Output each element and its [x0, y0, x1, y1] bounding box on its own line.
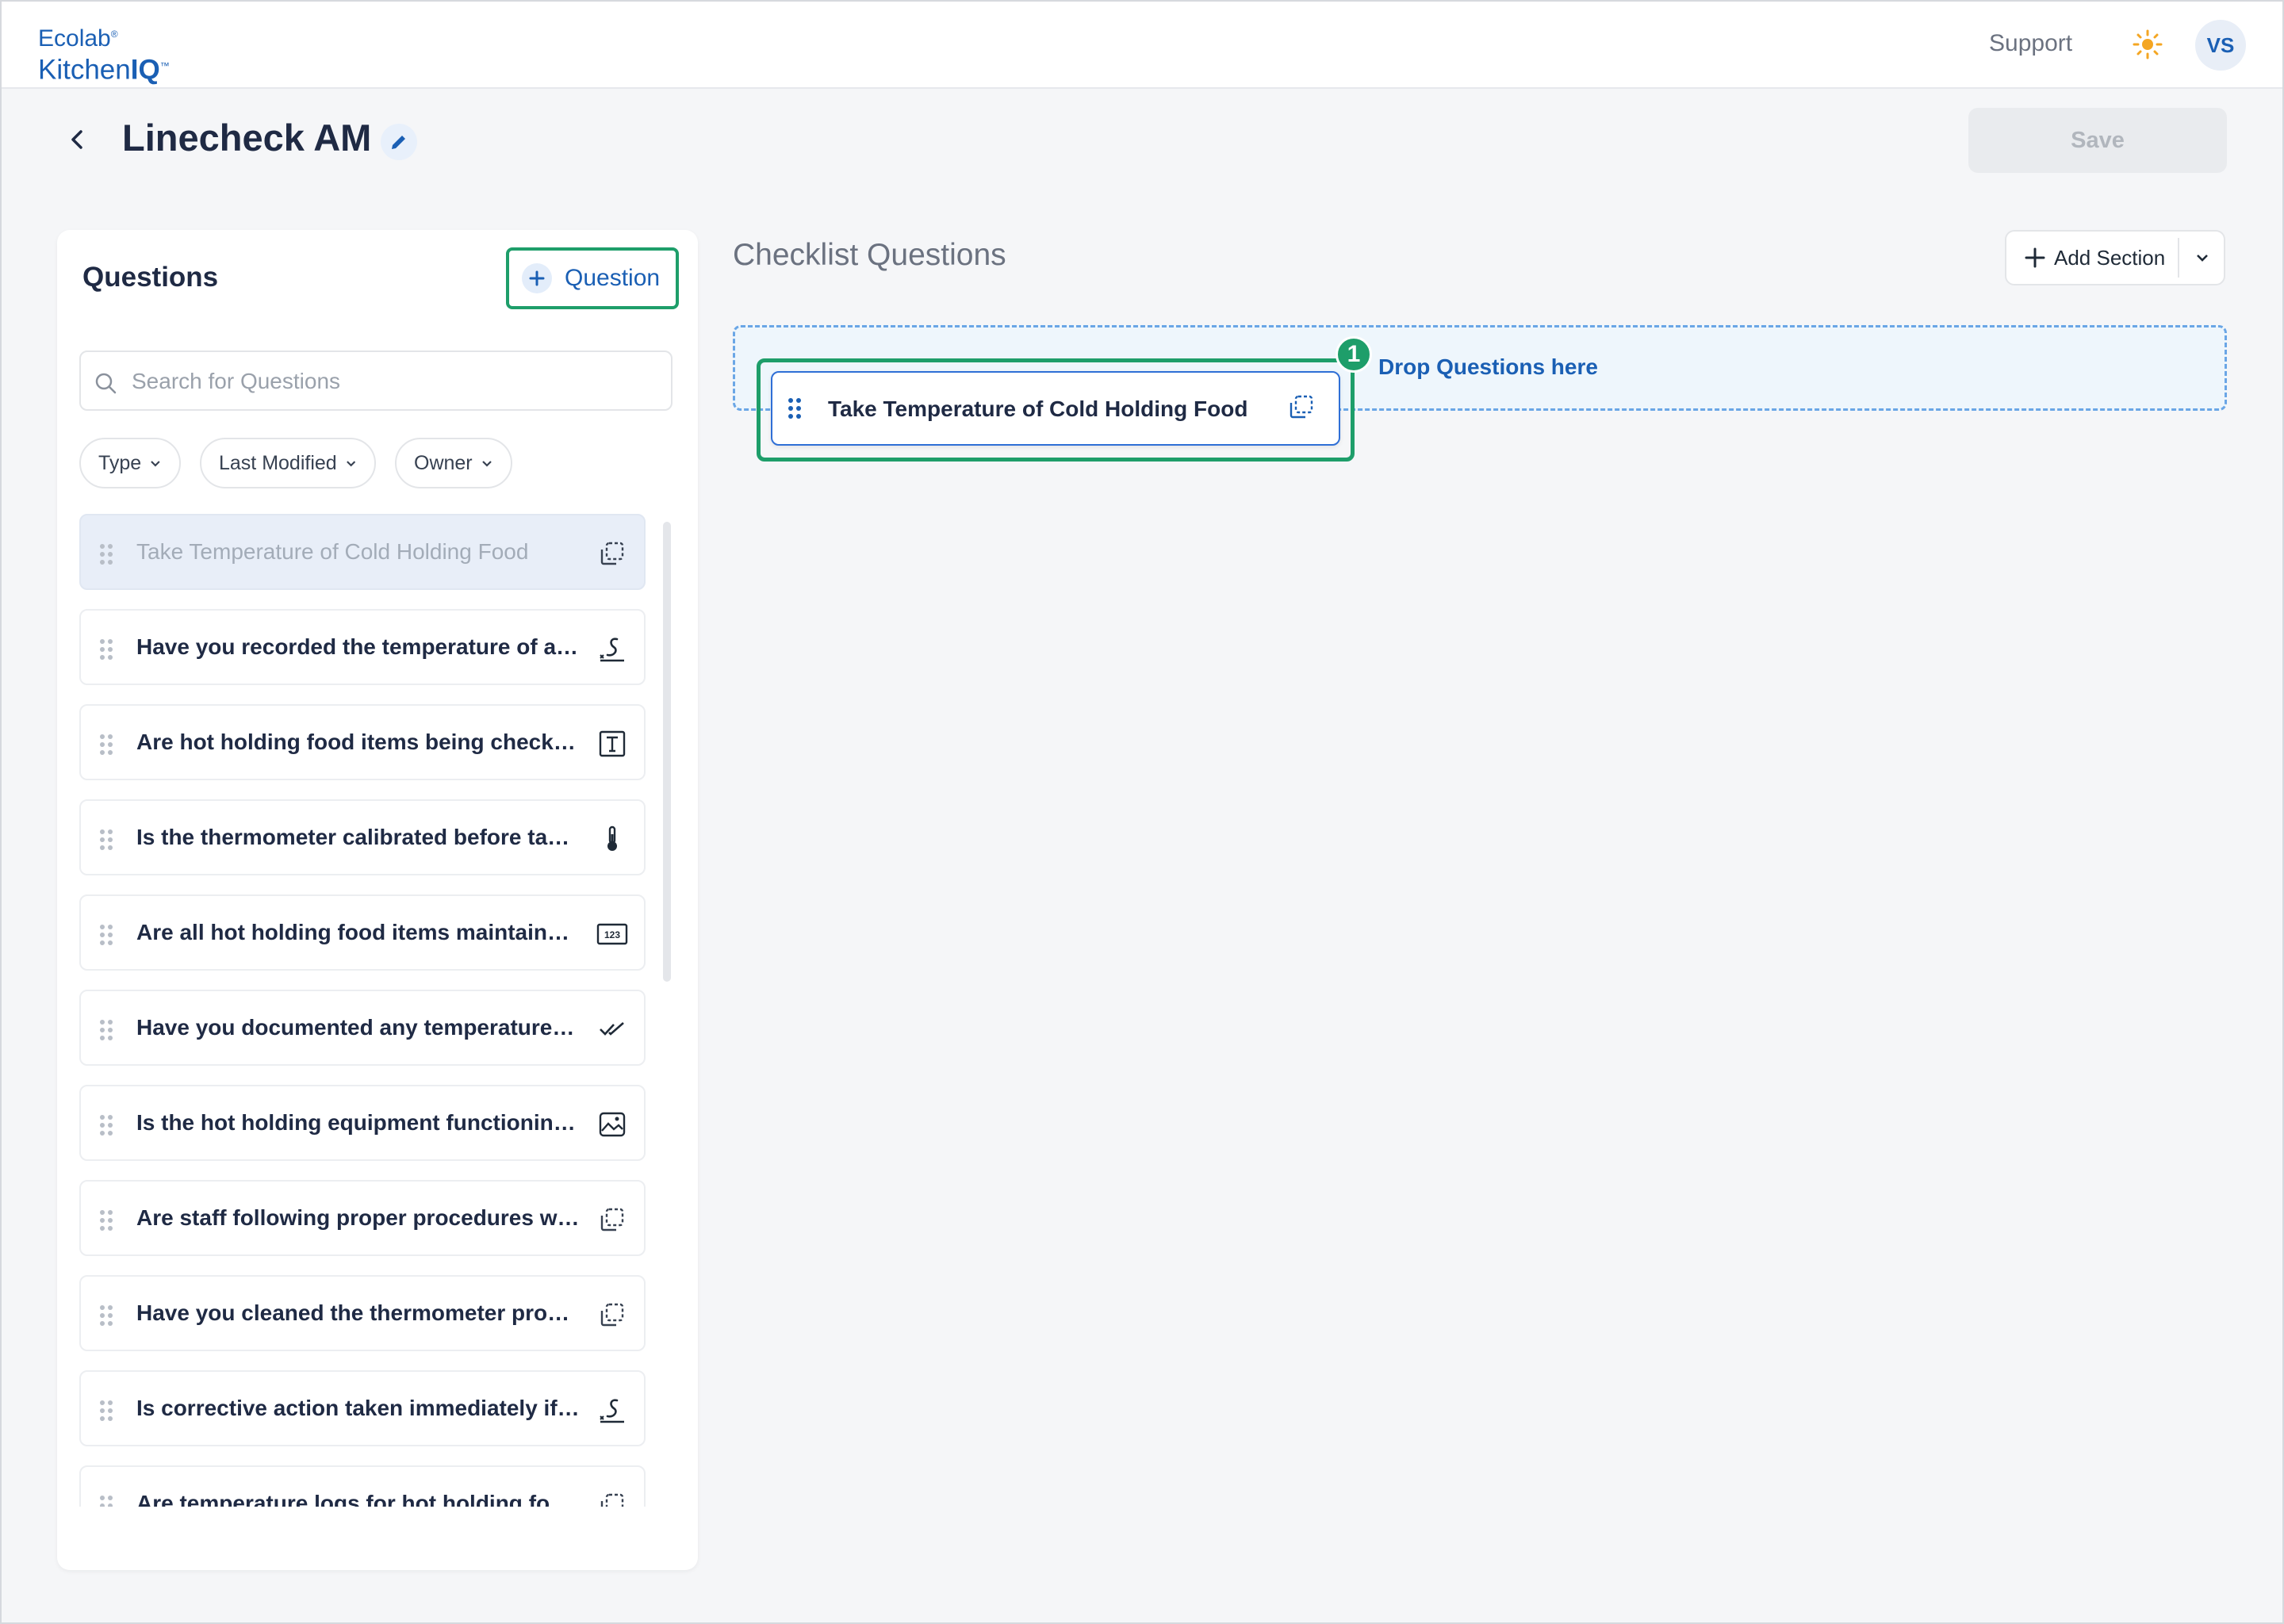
drag-handle-icon[interactable]: [98, 1399, 114, 1423]
user-avatar[interactable]: VS: [2195, 20, 2246, 71]
edit-title-button[interactable]: [381, 124, 417, 160]
step-number-badge: 1: [1336, 336, 1372, 373]
chevron-down-icon: [151, 461, 160, 467]
page-title: Linecheck AM: [122, 117, 372, 159]
svg-text:123: 123: [604, 929, 620, 940]
drag-handle-icon[interactable]: [98, 1208, 114, 1232]
drop-zone-label: Drop Questions here: [1378, 354, 1598, 379]
add-section-split-button: Add Section: [2005, 230, 2225, 285]
chevron-down-icon: [2197, 255, 2208, 262]
question-text: Are all hot holding food items maintaine…: [136, 920, 581, 944]
drag-handle-icon[interactable]: [98, 638, 114, 661]
question-item[interactable]: Have you documented any temperature devi…: [79, 990, 646, 1066]
plus-icon: [522, 263, 552, 293]
logo-line1: Ecolab: [38, 25, 111, 52]
question-item[interactable]: Have you recorded the temperature of all…: [79, 609, 646, 685]
question-item[interactable]: Have you cleaned the thermometer probe b…: [79, 1275, 646, 1351]
drag-handle-icon[interactable]: [98, 1304, 114, 1327]
signature-icon: [596, 633, 628, 665]
plus-icon: [2025, 247, 2045, 268]
add-question-label: Question: [565, 265, 661, 291]
logo-registered-mark: ®: [110, 29, 118, 40]
question-item[interactable]: Is the hot holding equipment functioning…: [79, 1085, 646, 1161]
drag-handle-icon[interactable]: [98, 923, 114, 947]
question-text: Take Temperature of Cold Holding Food: [136, 539, 529, 564]
chevron-down-icon: [481, 461, 492, 467]
add-section-dropdown-toggle[interactable]: [2181, 232, 2224, 284]
sun-icon[interactable]: [2132, 29, 2163, 60]
text-icon: [596, 728, 628, 760]
filter-type-label: Type: [98, 451, 142, 474]
drag-handle-icon[interactable]: [98, 828, 114, 852]
question-item[interactable]: Is corrective action taken immediately i…: [79, 1370, 646, 1446]
search-icon: [95, 373, 117, 394]
question-text: Are hot holding food items being checked…: [136, 730, 581, 754]
ecolab-kitcheniq-logo[interactable]: Ecolab® KitchenIQ™: [38, 21, 170, 84]
drag-handle-icon[interactable]: [98, 1018, 114, 1042]
image-icon: [596, 1109, 628, 1140]
chevron-down-icon: [346, 461, 355, 467]
copy-icon: [1290, 395, 1313, 419]
filter-type[interactable]: Type: [79, 438, 181, 488]
copy-icon: [596, 1489, 628, 1507]
copy-icon: [596, 1299, 628, 1331]
support-link[interactable]: Support: [1989, 30, 2072, 57]
checklist-title: Checklist Questions: [733, 238, 1006, 272]
filter-last-modified[interactable]: Last Modified: [200, 438, 376, 488]
question-text: Is the hot holding equipment functioning…: [136, 1110, 581, 1135]
copy-icon: [596, 538, 628, 569]
question-item[interactable]: Are staff following proper procedures wh…: [79, 1180, 646, 1256]
question-list: Take Temperature of Cold Holding Food Ha…: [79, 514, 646, 1507]
question-text: Is corrective action taken immediately i…: [136, 1396, 581, 1420]
filter-owner[interactable]: Owner: [395, 438, 512, 488]
logo-iq: IQ: [130, 54, 160, 86]
add-section-button[interactable]: Add Section: [2006, 232, 2179, 284]
question-text: Have you cleaned the thermometer probe b…: [136, 1300, 581, 1325]
logo-tm-mark: ™: [159, 60, 170, 71]
back-arrow-icon[interactable]: [65, 127, 90, 152]
drag-handle-icon[interactable]: [98, 542, 114, 566]
dragged-question-text: Take Temperature of Cold Holding Food: [828, 396, 1248, 421]
drag-handle-icon[interactable]: [787, 396, 803, 420]
question-item[interactable]: Are all hot holding food items maintaine…: [79, 894, 646, 971]
pencil-icon: [392, 136, 405, 149]
question-text: Are staff following proper procedures wh…: [136, 1205, 581, 1230]
add-section-label: Add Section: [2054, 245, 2166, 270]
question-search: [79, 350, 673, 411]
question-text: Have you documented any temperature devi…: [136, 1015, 581, 1040]
drag-handle-icon[interactable]: [98, 1113, 114, 1137]
filter-last-modified-label: Last Modified: [219, 451, 337, 474]
top-navigation-bar: Ecolab® KitchenIQ™ Support VS: [2, 2, 2282, 89]
double-check-icon: [596, 1013, 628, 1045]
number-icon: 123: [596, 918, 628, 950]
question-text: Is the thermometer calibrated before tak…: [136, 825, 581, 849]
drag-handle-icon[interactable]: [98, 1494, 114, 1507]
logo-kitchen: Kitchen: [38, 54, 131, 86]
dragged-question-card[interactable]: Take Temperature of Cold Holding Food: [771, 371, 1340, 446]
signature-icon: [596, 1394, 628, 1426]
question-text: Have you recorded the temperature of all…: [136, 634, 581, 659]
question-item[interactable]: Are temperature logs for hot holding foo…: [79, 1465, 646, 1507]
save-button[interactable]: Save: [1968, 108, 2227, 173]
question-list-scrollbar[interactable]: [663, 522, 671, 982]
question-item[interactable]: Is the thermometer calibrated before tak…: [79, 799, 646, 875]
thermometer-icon: [596, 823, 628, 855]
split-divider: [2178, 238, 2179, 278]
drag-handle-icon[interactable]: [98, 733, 114, 756]
question-item[interactable]: Are hot holding food items being checked…: [79, 704, 646, 780]
copy-icon: [596, 1204, 628, 1235]
filter-owner-label: Owner: [414, 451, 473, 474]
question-text: Are temperature logs for hot holding foo…: [136, 1491, 581, 1507]
question-item[interactable]: Take Temperature of Cold Holding Food: [79, 514, 646, 590]
questions-panel: Questions Question Type Last Modified Ow…: [57, 230, 698, 1570]
search-input[interactable]: [130, 362, 657, 401]
add-question-button[interactable]: Question: [506, 247, 679, 309]
questions-panel-title: Questions: [82, 262, 219, 293]
